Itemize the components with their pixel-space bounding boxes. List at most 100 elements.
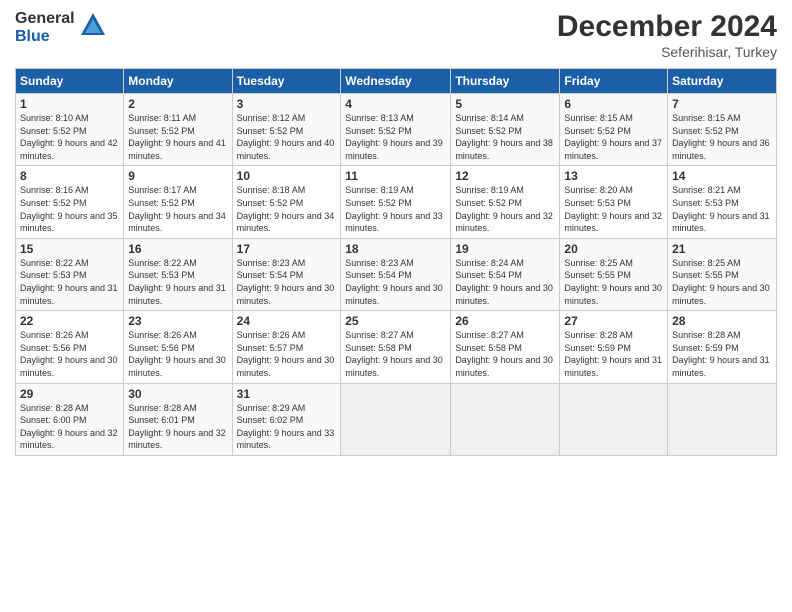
day-info: Sunrise: 8:15 AMSunset: 5:52 PMDaylight:… bbox=[564, 112, 663, 162]
day-number: 6 bbox=[564, 97, 663, 111]
calendar-day-18: 18Sunrise: 8:23 AMSunset: 5:54 PMDayligh… bbox=[341, 238, 451, 310]
day-info: Sunrise: 8:27 AMSunset: 5:58 PMDaylight:… bbox=[455, 329, 555, 379]
day-number: 23 bbox=[128, 314, 227, 328]
calendar-day-21: 21Sunrise: 8:25 AMSunset: 5:55 PMDayligh… bbox=[668, 238, 777, 310]
day-number: 29 bbox=[20, 387, 119, 401]
logo-icon bbox=[79, 11, 107, 44]
calendar-table: SundayMondayTuesdayWednesdayThursdayFrid… bbox=[15, 68, 777, 456]
day-number: 4 bbox=[345, 97, 446, 111]
day-number: 21 bbox=[672, 242, 772, 256]
day-info: Sunrise: 8:29 AMSunset: 6:02 PMDaylight:… bbox=[237, 402, 337, 452]
day-info: Sunrise: 8:22 AMSunset: 5:53 PMDaylight:… bbox=[20, 257, 119, 307]
day-info: Sunrise: 8:26 AMSunset: 5:56 PMDaylight:… bbox=[128, 329, 227, 379]
day-info: Sunrise: 8:15 AMSunset: 5:52 PMDaylight:… bbox=[672, 112, 772, 162]
day-number: 5 bbox=[455, 97, 555, 111]
calendar-day-2: 2Sunrise: 8:11 AMSunset: 5:52 PMDaylight… bbox=[124, 94, 232, 166]
day-number: 15 bbox=[20, 242, 119, 256]
empty-cell bbox=[668, 383, 777, 455]
calendar-day-24: 24Sunrise: 8:26 AMSunset: 5:57 PMDayligh… bbox=[232, 311, 341, 383]
calendar-day-7: 7Sunrise: 8:15 AMSunset: 5:52 PMDaylight… bbox=[668, 94, 777, 166]
title-block: December 2024 Seferihisar, Turkey bbox=[557, 10, 777, 60]
logo-line2: Blue bbox=[15, 28, 75, 46]
calendar-day-12: 12Sunrise: 8:19 AMSunset: 5:52 PMDayligh… bbox=[451, 166, 560, 238]
col-header-tuesday: Tuesday bbox=[232, 69, 341, 94]
day-number: 19 bbox=[455, 242, 555, 256]
calendar-day-31: 31Sunrise: 8:29 AMSunset: 6:02 PMDayligh… bbox=[232, 383, 341, 455]
day-number: 12 bbox=[455, 169, 555, 183]
calendar-day-3: 3Sunrise: 8:12 AMSunset: 5:52 PMDaylight… bbox=[232, 94, 341, 166]
day-info: Sunrise: 8:20 AMSunset: 5:53 PMDaylight:… bbox=[564, 184, 663, 234]
day-info: Sunrise: 8:28 AMSunset: 5:59 PMDaylight:… bbox=[564, 329, 663, 379]
calendar-day-16: 16Sunrise: 8:22 AMSunset: 5:53 PMDayligh… bbox=[124, 238, 232, 310]
calendar-day-20: 20Sunrise: 8:25 AMSunset: 5:55 PMDayligh… bbox=[560, 238, 668, 310]
day-info: Sunrise: 8:25 AMSunset: 5:55 PMDaylight:… bbox=[564, 257, 663, 307]
day-number: 27 bbox=[564, 314, 663, 328]
calendar-week-2: 8Sunrise: 8:16 AMSunset: 5:52 PMDaylight… bbox=[16, 166, 777, 238]
calendar-day-9: 9Sunrise: 8:17 AMSunset: 5:52 PMDaylight… bbox=[124, 166, 232, 238]
day-info: Sunrise: 8:19 AMSunset: 5:52 PMDaylight:… bbox=[345, 184, 446, 234]
col-header-monday: Monday bbox=[124, 69, 232, 94]
day-info: Sunrise: 8:26 AMSunset: 5:57 PMDaylight:… bbox=[237, 329, 337, 379]
day-number: 10 bbox=[237, 169, 337, 183]
day-info: Sunrise: 8:21 AMSunset: 5:53 PMDaylight:… bbox=[672, 184, 772, 234]
day-info: Sunrise: 8:27 AMSunset: 5:58 PMDaylight:… bbox=[345, 329, 446, 379]
day-number: 24 bbox=[237, 314, 337, 328]
calendar-day-11: 11Sunrise: 8:19 AMSunset: 5:52 PMDayligh… bbox=[341, 166, 451, 238]
day-number: 8 bbox=[20, 169, 119, 183]
calendar-day-29: 29Sunrise: 8:28 AMSunset: 6:00 PMDayligh… bbox=[16, 383, 124, 455]
day-number: 13 bbox=[564, 169, 663, 183]
day-number: 7 bbox=[672, 97, 772, 111]
empty-cell bbox=[451, 383, 560, 455]
col-header-sunday: Sunday bbox=[16, 69, 124, 94]
day-number: 11 bbox=[345, 169, 446, 183]
day-info: Sunrise: 8:19 AMSunset: 5:52 PMDaylight:… bbox=[455, 184, 555, 234]
day-info: Sunrise: 8:28 AMSunset: 5:59 PMDaylight:… bbox=[672, 329, 772, 379]
calendar-day-14: 14Sunrise: 8:21 AMSunset: 5:53 PMDayligh… bbox=[668, 166, 777, 238]
header: General Blue December 2024 Seferihisar, … bbox=[15, 10, 777, 60]
calendar-day-19: 19Sunrise: 8:24 AMSunset: 5:54 PMDayligh… bbox=[451, 238, 560, 310]
calendar-week-4: 22Sunrise: 8:26 AMSunset: 5:56 PMDayligh… bbox=[16, 311, 777, 383]
day-info: Sunrise: 8:22 AMSunset: 5:53 PMDaylight:… bbox=[128, 257, 227, 307]
calendar-day-1: 1Sunrise: 8:10 AMSunset: 5:52 PMDaylight… bbox=[16, 94, 124, 166]
day-info: Sunrise: 8:26 AMSunset: 5:56 PMDaylight:… bbox=[20, 329, 119, 379]
empty-cell bbox=[341, 383, 451, 455]
day-info: Sunrise: 8:28 AMSunset: 6:01 PMDaylight:… bbox=[128, 402, 227, 452]
day-info: Sunrise: 8:10 AMSunset: 5:52 PMDaylight:… bbox=[20, 112, 119, 162]
day-number: 9 bbox=[128, 169, 227, 183]
col-header-wednesday: Wednesday bbox=[341, 69, 451, 94]
logo-line1: General bbox=[15, 10, 75, 28]
col-header-thursday: Thursday bbox=[451, 69, 560, 94]
day-number: 20 bbox=[564, 242, 663, 256]
day-info: Sunrise: 8:12 AMSunset: 5:52 PMDaylight:… bbox=[237, 112, 337, 162]
day-number: 3 bbox=[237, 97, 337, 111]
col-header-friday: Friday bbox=[560, 69, 668, 94]
subtitle: Seferihisar, Turkey bbox=[557, 44, 777, 60]
day-info: Sunrise: 8:23 AMSunset: 5:54 PMDaylight:… bbox=[237, 257, 337, 307]
calendar-day-10: 10Sunrise: 8:18 AMSunset: 5:52 PMDayligh… bbox=[232, 166, 341, 238]
calendar-day-22: 22Sunrise: 8:26 AMSunset: 5:56 PMDayligh… bbox=[16, 311, 124, 383]
day-info: Sunrise: 8:28 AMSunset: 6:00 PMDaylight:… bbox=[20, 402, 119, 452]
calendar-day-8: 8Sunrise: 8:16 AMSunset: 5:52 PMDaylight… bbox=[16, 166, 124, 238]
day-info: Sunrise: 8:25 AMSunset: 5:55 PMDaylight:… bbox=[672, 257, 772, 307]
day-number: 22 bbox=[20, 314, 119, 328]
calendar-day-25: 25Sunrise: 8:27 AMSunset: 5:58 PMDayligh… bbox=[341, 311, 451, 383]
day-number: 31 bbox=[237, 387, 337, 401]
day-info: Sunrise: 8:14 AMSunset: 5:52 PMDaylight:… bbox=[455, 112, 555, 162]
calendar-day-4: 4Sunrise: 8:13 AMSunset: 5:52 PMDaylight… bbox=[341, 94, 451, 166]
calendar-week-5: 29Sunrise: 8:28 AMSunset: 6:00 PMDayligh… bbox=[16, 383, 777, 455]
calendar-day-27: 27Sunrise: 8:28 AMSunset: 5:59 PMDayligh… bbox=[560, 311, 668, 383]
empty-cell bbox=[560, 383, 668, 455]
day-number: 30 bbox=[128, 387, 227, 401]
day-info: Sunrise: 8:13 AMSunset: 5:52 PMDaylight:… bbox=[345, 112, 446, 162]
col-header-saturday: Saturday bbox=[668, 69, 777, 94]
calendar-day-23: 23Sunrise: 8:26 AMSunset: 5:56 PMDayligh… bbox=[124, 311, 232, 383]
day-number: 28 bbox=[672, 314, 772, 328]
calendar-day-13: 13Sunrise: 8:20 AMSunset: 5:53 PMDayligh… bbox=[560, 166, 668, 238]
day-info: Sunrise: 8:11 AMSunset: 5:52 PMDaylight:… bbox=[128, 112, 227, 162]
calendar-day-28: 28Sunrise: 8:28 AMSunset: 5:59 PMDayligh… bbox=[668, 311, 777, 383]
month-title: December 2024 bbox=[557, 10, 777, 44]
calendar-day-5: 5Sunrise: 8:14 AMSunset: 5:52 PMDaylight… bbox=[451, 94, 560, 166]
day-number: 25 bbox=[345, 314, 446, 328]
calendar-day-6: 6Sunrise: 8:15 AMSunset: 5:52 PMDaylight… bbox=[560, 94, 668, 166]
calendar-week-3: 15Sunrise: 8:22 AMSunset: 5:53 PMDayligh… bbox=[16, 238, 777, 310]
